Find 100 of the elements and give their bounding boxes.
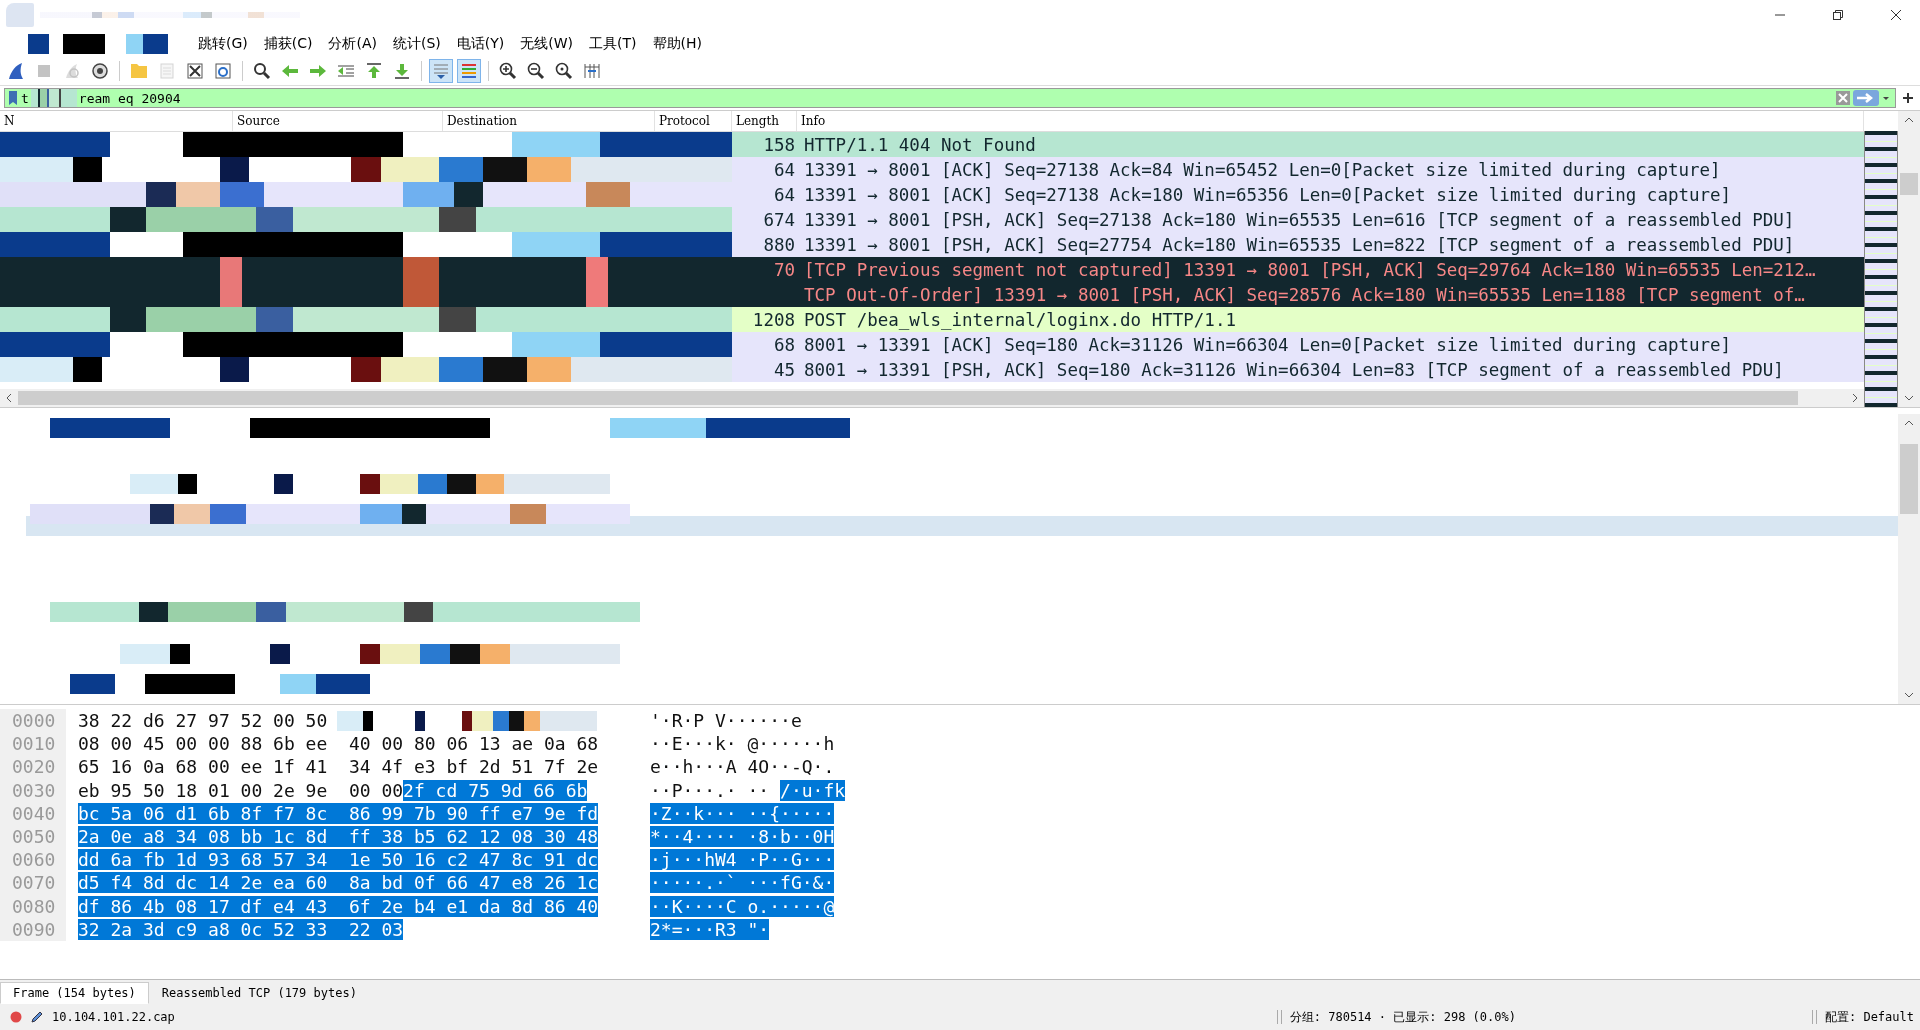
column-header[interactable]: Source <box>233 111 443 131</box>
bookmark-icon[interactable] <box>7 90 19 106</box>
packet-row[interactable]: 1208 POST /bea_wls_internal/loginx.do HTTP/1.1 <box>0 307 1864 332</box>
search-icon <box>252 61 272 81</box>
packet-count: 分组: 780514 · 已显示: 298 (0.0%) <box>1289 1008 1516 1026</box>
byte-offset: 0050 <box>0 824 66 849</box>
info-cell-text: 8001 → 13391 [PSH, ACK] Seq=180 Ack=31126 Win=66304 Len=83 [TCP segment of a reassembled PDU] <box>803 359 1784 380</box>
scrollbar-thumb[interactable] <box>1900 444 1918 514</box>
menu-item[interactable]: 统计(S) <box>393 34 441 53</box>
ascii-text[interactable]: ··E···k· @······h <box>650 733 835 755</box>
byte-tab[interactable]: Reassembled TCP (179 bytes) <box>148 982 370 1004</box>
ascii-text[interactable]: ·j···hW4 ·P··G··· <box>650 849 835 871</box>
ascii-text[interactable]: e··h···A 4O··-Q·. <box>650 756 835 778</box>
byte-offset: 0040 <box>0 801 66 825</box>
packet-row[interactable]: 674 13391 → 8001 [PSH, ACK] Seq=27138 Ack=180 Win=65535 Len=616 [TCP segment of a reassembled PDU] <box>0 207 1864 232</box>
scrollbar-thumb[interactable] <box>1900 173 1918 195</box>
info-cell-text: POST /bea_wls_internal/loginx.do HTTP/1.1 <box>803 309 1236 330</box>
column-header[interactable]: Protocol <box>655 111 732 131</box>
menu-item[interactable]: 捕获(C) <box>263 34 313 53</box>
packet-row[interactable]: 64 13391 → 8001 [ACK] Seq=27138 Ack=180 Win=65356 Len=0[Packet size limited during capture] <box>0 182 1864 207</box>
packet-row[interactable]: 45 8001 → 13391 [PSH, ACK] Seq=180 Ack=31126 Win=66304 Len=83 [TCP segment of a reassembled PDU] <box>0 357 1864 382</box>
length-cell: 158 <box>763 134 795 155</box>
ascii-text[interactable]: '·R·P V······e <box>650 710 802 732</box>
hex-bytes[interactable]: dd 6a fb 1d 93 68 57 34 1e 50 16 c2 47 8c 91 dc <box>78 849 599 871</box>
scrollbar-thumb[interactable] <box>18 391 1798 405</box>
scroll-up-icon[interactable] <box>1903 115 1915 125</box>
packet-row[interactable]: TCP Out-Of-Order] 13391 → 8001 [PSH, ACK] Seq=28576 Ack=180 Win=65535 Len=1188 [TCP segment of… <box>0 282 1864 307</box>
ascii-text[interactable]: *··4···· ·8·b··0H <box>650 826 835 848</box>
restore-icon[interactable] <box>1832 9 1844 21</box>
filter-text: ream eq 20904 <box>78 90 181 106</box>
filter-text: t <box>21 90 29 106</box>
display-filter-field[interactable]: t ream eq 20904 <box>4 88 1896 108</box>
ascii-text[interactable]: ·····.·` ···fG·&· <box>650 872 835 894</box>
menu-item[interactable]: 分析(A) <box>328 34 377 53</box>
menu-item[interactable]: 无线(W) <box>520 34 574 53</box>
info-cell-text: 13391 → 8001 [PSH, ACK] Seq=27754 Ack=180 Win=65535 Len=822 [TCP segment of a reassembled PDU] <box>803 234 1795 255</box>
info-cell-text: TCP Out-Of-Order] 13391 → 8001 [PSH, ACK] Seq=28576 Ack=180 Win=65535 Len=1188 [TCP segment of… <box>803 284 1805 305</box>
ascii-text[interactable]: 2*=···R3 "· <box>650 918 770 940</box>
column-header[interactable]: Info <box>797 111 1864 131</box>
ascii-text[interactable]: /·u·fk <box>780 779 846 801</box>
column-header[interactable]: Length <box>732 111 797 131</box>
save-icon <box>157 61 177 81</box>
info-cell-text: 8001 → 13391 [ACK] Seq=180 Ack=31126 Win=66304 Len=0[Packet size limited during capture] <box>803 334 1732 355</box>
scroll-down-icon[interactable] <box>1903 690 1915 700</box>
hex-bytes[interactable]: 38 22 d6 27 97 52 00 50 <box>78 710 328 732</box>
app-icon <box>6 3 34 27</box>
menu-item[interactable]: 电话(Y) <box>456 34 505 53</box>
clear-icon[interactable] <box>1835 90 1851 106</box>
byte-offset: 0020 <box>0 755 66 779</box>
info-cell-text: 13391 → 8001 [ACK] Seq=27138 Ack=180 Win=65356 Len=0[Packet size limited during capture] <box>803 184 1732 205</box>
byte-tab[interactable]: Frame (154 bytes) <box>0 982 149 1004</box>
byte-offset: 0000 <box>0 709 66 733</box>
column-header[interactable]: N <box>0 111 233 131</box>
scroll-right-icon[interactable] <box>1850 393 1860 403</box>
hex-bytes[interactable]: bc 5a 06 d1 6b 8f f7 8c 86 99 7b 90 ff e7 9e fd <box>78 802 599 824</box>
pencil-icon[interactable] <box>30 1010 44 1024</box>
packet-row[interactable]: 64 13391 → 8001 [ACK] Seq=27138 Ack=84 Win=65452 Len=0[Packet size limited during capture] <box>0 157 1864 182</box>
hex-bytes[interactable]: 32 2a 3d c9 a8 0c 52 33 22 03 <box>78 918 404 940</box>
autoscroll-icon <box>431 61 451 81</box>
menu-item[interactable]: 工具(T) <box>589 34 637 53</box>
hex-bytes[interactable]: df 86 4b 08 17 df e4 43 6f 2e b4 e1 da 8d 86 40 <box>78 895 599 917</box>
column-header[interactable]: Destination <box>443 111 655 131</box>
hex-bytes[interactable]: 65 16 0a 68 00 ee 1f 41 34 4f e3 bf 2d 51 7f 2e <box>78 756 599 778</box>
ascii-text[interactable]: ··P···.· ·· <box>650 779 770 801</box>
hex-bytes[interactable]: 2a 0e a8 34 08 bb 1c 8d ff 38 b5 62 12 08 30 48 <box>78 826 599 848</box>
byte-offset: 0090 <box>0 917 66 941</box>
status-dot-icon[interactable] <box>10 1011 22 1023</box>
capture-file-name: 10.104.101.22.cap <box>52 1010 175 1024</box>
packet-row[interactable]: 68 8001 → 13391 [ACK] Seq=180 Ack=31126 Win=66304 Len=0[Packet size limited during capture] <box>0 332 1864 357</box>
scroll-left-icon[interactable] <box>4 393 14 403</box>
length-cell: 70 <box>773 259 795 280</box>
gear-icon <box>90 61 110 81</box>
scroll-up-icon[interactable] <box>1903 418 1915 428</box>
packet-row[interactable]: 158 HTTP/1.1 404 Not Found <box>0 132 1864 157</box>
menu-item[interactable]: 跳转(G) <box>198 34 248 53</box>
ascii-text[interactable]: ··K····C o.·····@ <box>650 895 835 917</box>
length-cell: 674 <box>763 209 795 230</box>
length-cell: 64 <box>773 159 795 180</box>
packet-row[interactable]: 70 [TCP Previous segment not captured] 13391 → 8001 [PSH, ACK] Seq=29764 Ack=180 Win=65535 Len=212… <box>0 257 1864 282</box>
hex-bytes[interactable]: 08 00 45 00 00 88 6b ee 40 00 80 06 13 ae 0a 68 <box>78 733 599 755</box>
hex-bytes[interactable]: d5 f4 8d dc 14 2e ea 60 8a bd 0f 66 47 e8 26 1c <box>78 872 599 894</box>
byte-offset: 0070 <box>0 871 66 895</box>
open-icon <box>129 61 149 81</box>
menu-item[interactable]: 帮助(H) <box>652 34 702 53</box>
info-cell-text: 13391 → 8001 [PSH, ACK] Seq=27138 Ack=180 Win=65535 Len=616 [TCP segment of a reassembled PDU] <box>803 209 1795 230</box>
hex-bytes[interactable]: 2f cd 75 9d 66 6b <box>403 779 588 801</box>
scroll-down-icon[interactable] <box>1903 393 1915 403</box>
close-icon[interactable] <box>1890 9 1902 21</box>
hex-bytes[interactable]: eb 95 50 18 01 00 2e 9e 00 00 <box>78 779 404 801</box>
packet-minimap[interactable] <box>1864 131 1898 407</box>
colorize-icon <box>459 61 479 81</box>
length-cell: 1208 <box>752 309 795 330</box>
first-icon <box>364 61 384 81</box>
zoom-reset-icon <box>554 61 574 81</box>
reload-icon <box>213 61 233 81</box>
packet-row[interactable]: 880 13391 → 8001 [PSH, ACK] Seq=27754 Ack=180 Win=65535 Len=822 [TCP segment of a reassembled PDU] <box>0 232 1864 257</box>
add-icon[interactable] <box>1902 92 1914 104</box>
info-cell-text: HTTP/1.1 404 Not Found <box>803 134 1036 155</box>
length-cell: 64 <box>773 184 795 205</box>
ascii-text[interactable]: ·Z··k··· ··{····· <box>650 802 835 824</box>
